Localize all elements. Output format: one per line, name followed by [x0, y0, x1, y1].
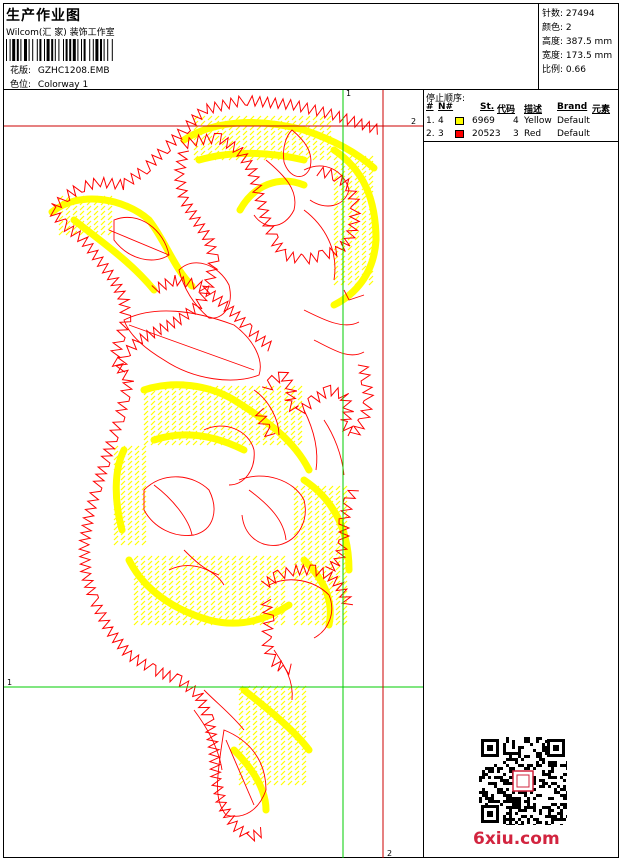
- embroidery-design-canvas: 1 2 1 2: [4, 90, 423, 858]
- yellow-fill-layer: [48, 119, 380, 814]
- row-code: 6969: [472, 116, 495, 126]
- row-desc: Red: [524, 129, 542, 139]
- color-swatch-yellow: [455, 117, 464, 125]
- stats-panel: 针数: 27494 颜色: 2 高度: 387.5 mm 宽度: 173.5 m…: [538, 3, 619, 89]
- guide-label-h1: 1: [7, 678, 12, 687]
- guide-label-v2: 2: [387, 849, 392, 858]
- col-index: #: [426, 102, 434, 112]
- design-file-line: 花版: GZHC1208.EMB: [10, 63, 110, 76]
- design-file-label: 花版:: [10, 66, 32, 76]
- col-st: St.: [480, 102, 495, 112]
- page-title: 生产作业图: [6, 8, 81, 24]
- stat-colors: 颜色: 2: [542, 23, 572, 33]
- col-element: 元素: [592, 105, 611, 115]
- row-desc: Yellow: [524, 116, 552, 126]
- row-index: 2.: [426, 129, 435, 139]
- row-st: 4: [513, 116, 519, 126]
- col-brand: Brand: [557, 102, 588, 112]
- header: 生产作业图 Wilcom(汇 家) 装饰工作室 花版: GZHC1208.EMB…: [4, 4, 538, 90]
- col-desc: 描述: [524, 105, 543, 115]
- satin-border: [49, 94, 378, 843]
- design-file-value: GZHC1208.EMB: [37, 66, 110, 76]
- panel-separator: [424, 141, 619, 142]
- color-swatch-red: [455, 130, 464, 138]
- row-brand: Default: [557, 116, 590, 126]
- watermark-site: 6xiu.com: [473, 829, 560, 849]
- col-needle: N#: [438, 102, 454, 112]
- row-code: 20523: [472, 129, 501, 139]
- qr-code: [479, 737, 567, 825]
- guide-label-h2: 2: [411, 117, 416, 126]
- guide-label-v1: 1: [346, 90, 351, 98]
- row-st: 3: [513, 129, 519, 139]
- row-needle: 4: [438, 116, 444, 126]
- stat-stitches: 针数: 27494: [542, 9, 595, 19]
- stat-height: 高度: 387.5 mm: [542, 37, 613, 47]
- red-border-layer: [49, 94, 378, 843]
- stop-sequence-panel: 停止顺序: # N# St. 代码 描述 Brand 元素 1. 4 6969 …: [424, 90, 619, 142]
- barcode: [6, 39, 113, 61]
- satin-border: [261, 364, 375, 437]
- stat-scale: 比例: 0.66: [542, 65, 586, 75]
- row-index: 1.: [426, 116, 435, 126]
- row-needle: 3: [438, 129, 444, 139]
- row-brand: Default: [557, 129, 590, 139]
- company-name: Wilcom(汇 家) 装饰工作室: [6, 28, 115, 38]
- panel-divider: [423, 89, 424, 858]
- stat-width: 宽度: 173.5 mm: [542, 51, 613, 61]
- red-outline-layer: [108, 129, 365, 817]
- col-code: 代码: [497, 105, 516, 115]
